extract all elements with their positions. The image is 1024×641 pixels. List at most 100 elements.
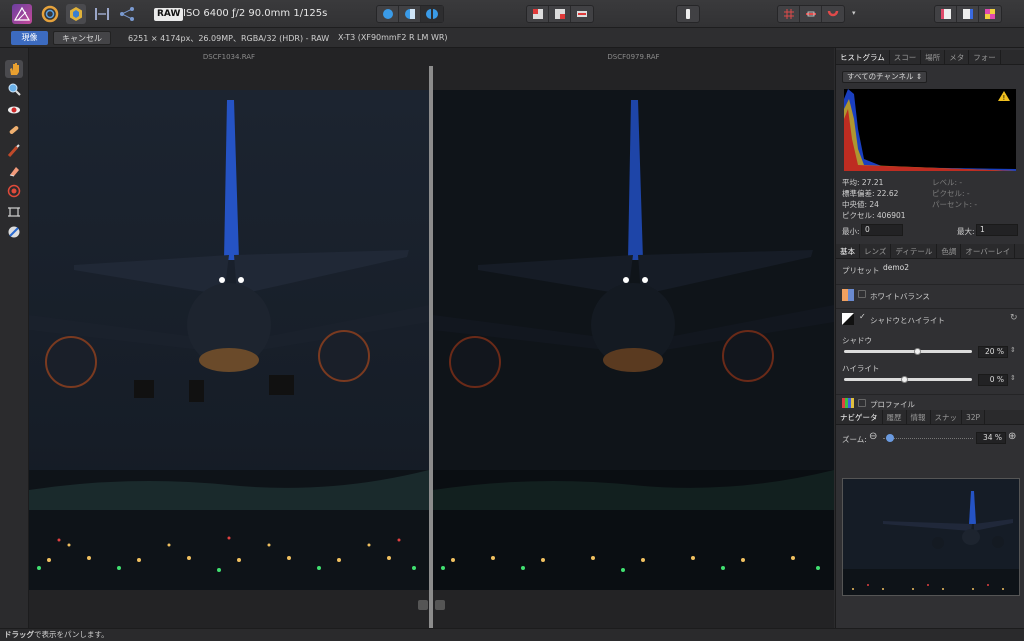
histogram-tabs: ヒストグラム スコー 場所 メタ フォー	[836, 49, 1024, 65]
photo-persona-icon[interactable]	[12, 4, 32, 24]
tab-metadata[interactable]: メタ	[945, 49, 970, 65]
studio-panel-left-icon[interactable]	[935, 6, 957, 22]
overlay-group	[526, 5, 594, 23]
tab-tones[interactable]: 色調	[937, 243, 962, 259]
shadows-highlights-icon	[842, 313, 854, 325]
shadows-slider-knob[interactable]	[913, 348, 921, 355]
tone-mapping-persona-icon[interactable]	[92, 4, 112, 24]
profile-icon	[842, 398, 854, 408]
tab-lens[interactable]: レンズ	[860, 243, 892, 259]
highlights-stepper-icon[interactable]: ⇕	[1010, 374, 1016, 382]
zoom-slider-knob[interactable]	[886, 434, 894, 442]
shadows-label: シャドウ	[842, 336, 872, 345]
white-balance-label: ホワイトバランス	[870, 292, 930, 301]
eraser-tool-icon[interactable]	[5, 162, 23, 180]
status-bar: ドラッグで表示をパンします。	[0, 628, 1024, 640]
image-info: 6251 × 4174px、26.09MP、RGBA/32 (HDR) - RA…	[128, 34, 330, 43]
studio-panel-right-icon[interactable]	[957, 6, 979, 22]
tab-snapshots[interactable]: スナッ	[931, 409, 962, 425]
tab-focus[interactable]: フォー	[969, 49, 1001, 65]
tab-info[interactable]: 情報	[907, 409, 931, 425]
left-photo[interactable]	[29, 90, 429, 590]
max-input[interactable]: 1	[976, 224, 1018, 236]
highlights-value[interactable]: 0 %	[978, 374, 1008, 386]
navigator-preview[interactable]	[842, 478, 1020, 596]
channel-select[interactable]: すべてのチャンネル ⇕	[842, 71, 928, 83]
profile-section[interactable]: プロファイル	[836, 394, 1024, 410]
stat-std: 標準偏差: 22.62	[842, 189, 899, 198]
right-filename: DSCF0979.RAF	[607, 53, 660, 61]
blemish-tool-icon[interactable]	[5, 121, 23, 139]
brush-tool-icon[interactable]	[5, 142, 23, 160]
red-eye-tool-icon[interactable]	[5, 101, 23, 119]
zoom-tool-icon[interactable]	[5, 80, 23, 98]
tab-basic[interactable]: 基本	[836, 243, 860, 259]
stat-pixels: ピクセル: 406901	[842, 211, 906, 220]
cancel-button[interactable]: キャンセル	[53, 31, 111, 45]
tab-location[interactable]: 場所	[921, 49, 946, 65]
mirror-view-button[interactable]	[421, 6, 443, 22]
exif-info: ISO 6400 ƒ/2 90.0mm 1/125s	[183, 8, 328, 19]
zoom-slider[interactable]	[883, 437, 973, 439]
canvas-area[interactable]: DSCF1034.RAF DSCF0979.RAF	[29, 48, 834, 628]
develop-button[interactable]: 現像	[11, 31, 48, 45]
camera-info: X-T3 (XF90mmF2 R LM WR)	[338, 33, 448, 42]
guides-button[interactable]	[800, 6, 822, 22]
white-balance-section[interactable]: ホワイトバランス	[836, 284, 1024, 304]
min-input[interactable]: 0	[861, 224, 903, 236]
tab-detail[interactable]: ディテール	[891, 243, 938, 259]
highlights-slider[interactable]	[844, 378, 972, 381]
reset-icon[interactable]: ↻	[1010, 313, 1018, 323]
stat-pixel: ピクセル: -	[932, 189, 970, 198]
stat-median: 中央値: 24	[842, 200, 879, 209]
export-persona-icon[interactable]	[117, 4, 137, 24]
studio-panel: ヒストグラム スコー 場所 メタ フォー すべてのチャンネル ⇕ ! 平均: 2…	[835, 48, 1024, 628]
shadows-value[interactable]: 20 %	[978, 346, 1008, 358]
gradient-tool-icon[interactable]	[5, 182, 23, 200]
white-balance-icon	[842, 289, 854, 301]
zoom-value[interactable]: 34 %	[976, 432, 1006, 444]
shadows-slider[interactable]	[844, 350, 972, 353]
develop-persona-icon[interactable]	[66, 4, 86, 24]
channel-select-label: すべてのチャンネル	[847, 72, 914, 81]
preset-select[interactable]: demo2	[880, 263, 1020, 275]
assistant-button[interactable]	[677, 6, 699, 22]
compare-mode-icon[interactable]	[418, 600, 428, 610]
single-view-button[interactable]	[377, 6, 399, 22]
shadows-highlights-section[interactable]: ✓ シャドウとハイライト ↻	[836, 308, 1024, 328]
tab-navigator[interactable]: ナビゲータ	[836, 409, 883, 425]
liquify-persona-icon[interactable]	[40, 4, 60, 24]
shadows-highlights-checkbox[interactable]: ✓	[859, 312, 866, 321]
min-label: 最小:	[842, 227, 860, 236]
zoom-in-icon[interactable]: ⊕	[1008, 431, 1016, 442]
grid-button[interactable]	[778, 6, 800, 22]
clipped-tones-button[interactable]	[571, 6, 593, 22]
highlights-label: ハイライト	[842, 364, 880, 373]
crop-tool-icon[interactable]	[5, 203, 23, 221]
color-panel-icon[interactable]	[979, 6, 1001, 22]
tab-histogram[interactable]: ヒストグラム	[836, 49, 890, 65]
snapping-magnet-icon[interactable]	[822, 6, 844, 22]
shadows-stepper-icon[interactable]: ⇕	[1010, 346, 1016, 354]
profile-checkbox[interactable]	[858, 399, 866, 407]
tab-scopes[interactable]: スコー	[890, 49, 922, 65]
white-balance-checkbox[interactable]	[858, 290, 866, 298]
white-balance-tool-icon[interactable]	[5, 223, 23, 241]
tab-overlays[interactable]: オーバーレイ	[961, 243, 1016, 259]
context-toolbar: 現像 キャンセル 6251 × 4174px、26.09MP、RGBA/32 (…	[0, 28, 1024, 48]
hand-tool-icon[interactable]	[5, 60, 23, 78]
shadows-highlights-label: シャドウとハイライト	[870, 316, 945, 325]
tab-32p[interactable]: 32P	[962, 409, 986, 425]
tools-panel	[0, 48, 29, 628]
clipped-highlights-button[interactable]	[527, 6, 549, 22]
split-view-button[interactable]	[399, 6, 421, 22]
right-photo[interactable]	[433, 90, 834, 590]
clipped-shadows-button[interactable]	[549, 6, 571, 22]
zoom-out-icon[interactable]: ⊖	[869, 431, 877, 442]
studio-group	[934, 5, 1002, 23]
highlights-slider-knob[interactable]	[901, 376, 908, 383]
compare-swap-icon[interactable]	[435, 600, 445, 610]
chevron-down-icon[interactable]: ▾	[852, 9, 856, 17]
status-bold: ドラッグ	[4, 630, 34, 639]
tab-history[interactable]: 履歴	[883, 409, 907, 425]
